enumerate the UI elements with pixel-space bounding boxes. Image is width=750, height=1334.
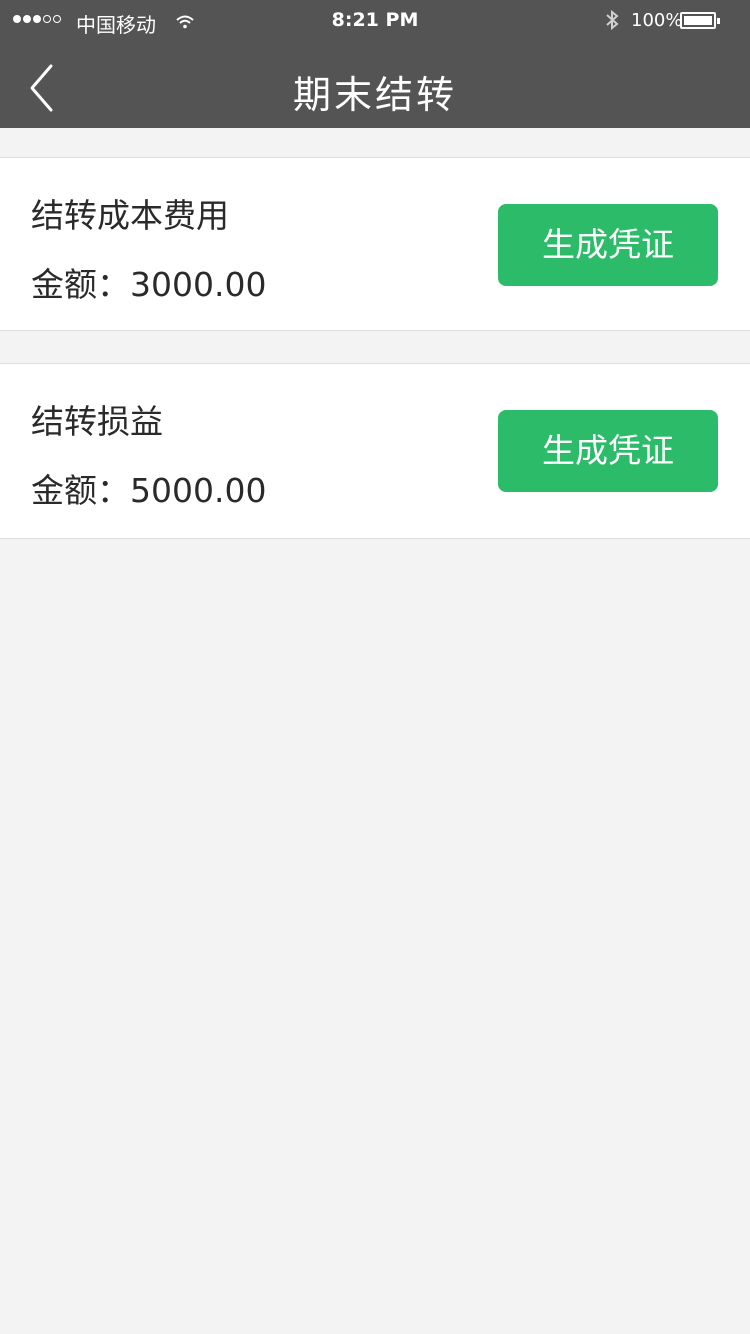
list-item: 结转成本费用 金额：3000.00 生成凭证: [0, 157, 750, 331]
app-header: 中国移动 8:21 PM 100% 期末结转: [0, 0, 750, 128]
item-amount: 金额：3000.00: [31, 265, 267, 304]
list-item: 结转损益 金额：5000.00 生成凭证: [0, 363, 750, 539]
status-bar: 中国移动 8:21 PM 100%: [0, 0, 750, 40]
item-title: 结转成本费用: [31, 196, 229, 235]
item-amount: 金额：5000.00: [31, 471, 267, 510]
bluetooth-icon: [604, 8, 620, 37]
generate-voucher-button[interactable]: 生成凭证: [498, 204, 718, 286]
battery-percent: 100%: [631, 10, 683, 31]
generate-voucher-button[interactable]: 生成凭证: [498, 410, 718, 492]
item-title: 结转损益: [31, 402, 163, 441]
battery-icon: [680, 12, 716, 29]
battery-tip: [717, 18, 720, 24]
page-title: 期末结转: [292, 73, 457, 117]
